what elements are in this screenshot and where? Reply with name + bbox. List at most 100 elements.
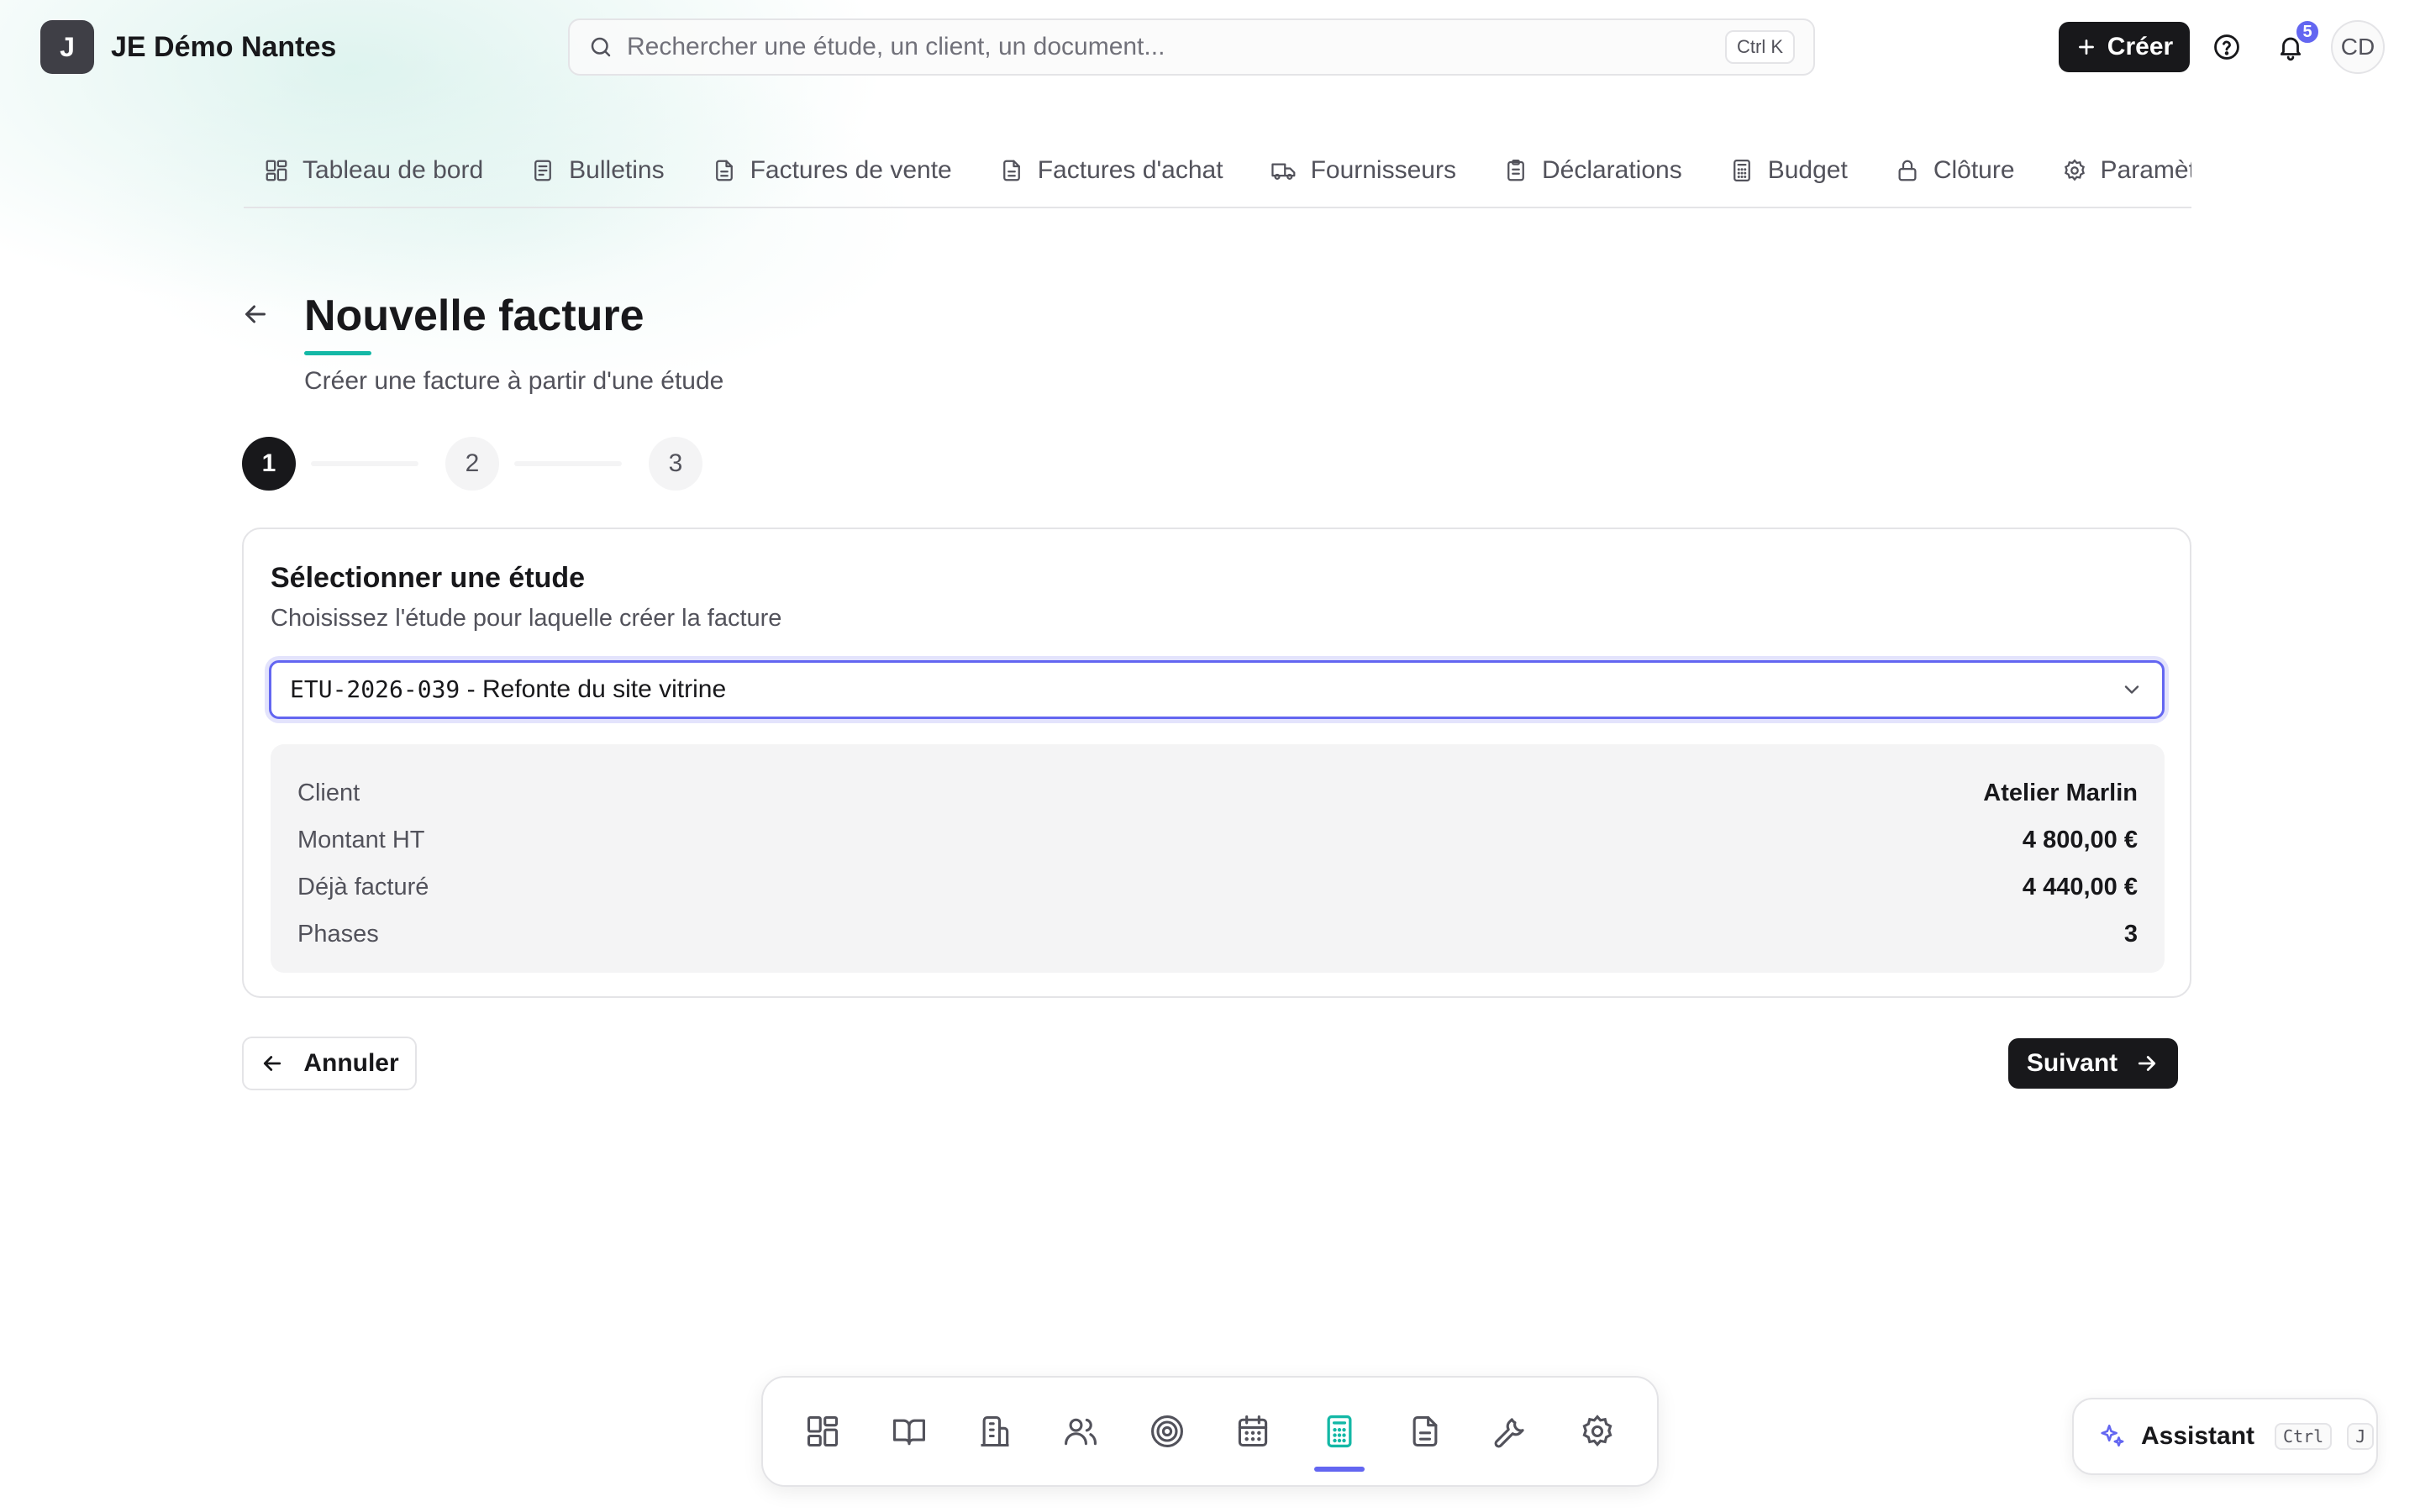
nav-item-declarations[interactable]: Déclarations <box>1480 134 1706 207</box>
summary-value: Atelier Marlin <box>1983 779 2138 806</box>
arrow-left-icon <box>240 299 274 329</box>
nav-item-parametres[interactable]: Paramètres <box>2039 134 2191 207</box>
calculator-icon <box>1729 158 1754 183</box>
study-select[interactable]: ETU-2026-039 - Refonte du site vitrine <box>269 660 2165 719</box>
nav-item-bulletins[interactable]: Bulletins <box>507 134 687 207</box>
study-separator: - <box>466 675 476 703</box>
gear-icon <box>2062 158 2087 183</box>
title-underline <box>304 351 371 355</box>
nav-item-label: Clôture <box>1933 156 2015 184</box>
nav-item-label: Factures d'achat <box>1037 156 1223 184</box>
nav-item-label: Factures de vente <box>750 156 952 184</box>
dock-item-documents[interactable] <box>1382 1389 1468 1473</box>
summary-value: 4 800,00 € <box>2022 826 2138 853</box>
dock-item-calendar[interactable] <box>1210 1389 1296 1473</box>
nav-item-factures-d-achat[interactable]: Factures d'achat <box>976 134 1247 207</box>
clipboard-icon <box>1503 158 1528 183</box>
step-connector <box>514 461 622 466</box>
nav-item-fournisseurs[interactable]: Fournisseurs <box>1247 134 1480 207</box>
page-title: Nouvelle facture <box>304 291 644 340</box>
nav-item-label: Budget <box>1767 156 1848 184</box>
study-summary: Client Atelier Marlin Montant HT 4 800,0… <box>271 744 2165 973</box>
card-description: Choisissez l'étude pour laquelle créer l… <box>271 605 782 632</box>
next-button[interactable]: Suivant <box>2008 1038 2178 1089</box>
arrow-left-icon <box>260 1051 285 1076</box>
search-shortcut: Ctrl K <box>1725 30 1795 64</box>
help-button[interactable] <box>2203 24 2250 71</box>
active-indicator <box>1314 1467 1365 1472</box>
summary-row-client: Client Atelier Marlin <box>297 769 2138 816</box>
users-icon <box>1062 1413 1099 1450</box>
cancel-button-label: Annuler <box>303 1049 399 1077</box>
next-button-label: Suivant <box>2026 1049 2118 1077</box>
document-icon <box>530 158 555 183</box>
back-button[interactable] <box>240 299 274 333</box>
book-icon <box>891 1413 928 1450</box>
org-logo[interactable]: J <box>40 20 94 74</box>
step-connector <box>311 461 418 466</box>
chevron-down-icon <box>2120 678 2144 701</box>
nav-item-tableau-de-bord[interactable]: Tableau de bord <box>244 134 507 207</box>
summary-row-deja-facture: Déjà facturé 4 440,00 € <box>297 864 2138 911</box>
step-2: 2 <box>445 437 499 491</box>
nav-item-factures-de-vente[interactable]: Factures de vente <box>688 134 976 207</box>
summary-row-phases: Phases 3 <box>297 911 2138 958</box>
app-dock <box>761 1376 1659 1487</box>
global-search[interactable]: Rechercher une étude, un client, un docu… <box>568 18 1815 76</box>
dock-item-target[interactable] <box>1124 1389 1210 1473</box>
create-button[interactable]: Créer <box>2059 22 2190 72</box>
nav-item-budget[interactable]: Budget <box>1706 134 1871 207</box>
study-code: ETU-2026-039 <box>290 675 460 703</box>
summary-label: Phases <box>297 920 379 948</box>
dock-item-tools[interactable] <box>1468 1389 1554 1473</box>
help-icon <box>2212 33 2241 61</box>
assistant-button[interactable]: Assistant Ctrl J <box>2072 1398 2378 1475</box>
dock-item-buildings[interactable] <box>952 1389 1038 1473</box>
page-subtitle: Créer une facture à partir d'une étude <box>304 367 724 395</box>
nav-item-label: Bulletins <box>569 156 665 184</box>
dock-item-users[interactable] <box>1038 1389 1123 1473</box>
wrench-icon <box>1492 1413 1529 1450</box>
summary-label: Client <box>297 779 360 806</box>
target-icon <box>1149 1413 1186 1450</box>
truck-icon <box>1270 158 1297 183</box>
document-icon <box>999 158 1024 183</box>
calendar-icon <box>1234 1413 1271 1450</box>
search-placeholder[interactable]: Rechercher une étude, un client, un docu… <box>627 33 1725 61</box>
org-name[interactable]: JE Démo Nantes <box>111 29 336 66</box>
nav-item-label: Déclarations <box>1541 156 1682 184</box>
study-select-value: ETU-2026-039 - Refonte du site vitrine <box>290 675 726 704</box>
lock-icon <box>1895 158 1920 183</box>
study-name: Refonte du site vitrine <box>481 675 727 703</box>
sparkles-icon <box>2097 1422 2126 1451</box>
dock-item-dashboard[interactable] <box>780 1389 865 1473</box>
summary-row-montant-ht: Montant HT 4 800,00 € <box>297 816 2138 864</box>
gear-icon <box>1579 1413 1616 1450</box>
arrow-right-icon <box>2134 1051 2160 1076</box>
dock-item-settings[interactable] <box>1555 1389 1640 1473</box>
search-icon <box>588 34 613 60</box>
card-title: Sélectionner une étude <box>271 562 586 594</box>
building-icon <box>976 1413 1013 1450</box>
assistant-shortcut-ctrl: Ctrl <box>2275 1423 2333 1450</box>
grid-icon <box>264 158 289 183</box>
user-avatar[interactable]: CD <box>2331 20 2385 74</box>
study-selection-card: Sélectionner une étude Choisissez l'étud… <box>242 528 2191 998</box>
step-3: 3 <box>649 437 702 491</box>
assistant-shortcut-j: J <box>2347 1423 2375 1450</box>
dock-item-book[interactable] <box>865 1389 951 1473</box>
create-button-label: Créer <box>2107 33 2174 60</box>
calculator-icon <box>1321 1413 1358 1450</box>
nav-item-cloture[interactable]: Clôture <box>1871 134 2039 207</box>
grid-icon <box>804 1413 841 1450</box>
document-icon <box>1407 1413 1444 1450</box>
section-nav: Tableau de bord Bulletins Factures de ve… <box>244 134 2191 208</box>
summary-value: 4 440,00 € <box>2022 873 2138 900</box>
document-icon <box>712 158 737 183</box>
dock-item-calculator[interactable] <box>1296 1389 1381 1473</box>
step-1: 1 <box>242 437 296 491</box>
notification-count-badge: 5 <box>2294 18 2321 45</box>
cancel-button[interactable]: Annuler <box>242 1037 417 1090</box>
nav-item-label: Fournisseurs <box>1310 156 1456 184</box>
assistant-label: Assistant <box>2141 1422 2255 1450</box>
